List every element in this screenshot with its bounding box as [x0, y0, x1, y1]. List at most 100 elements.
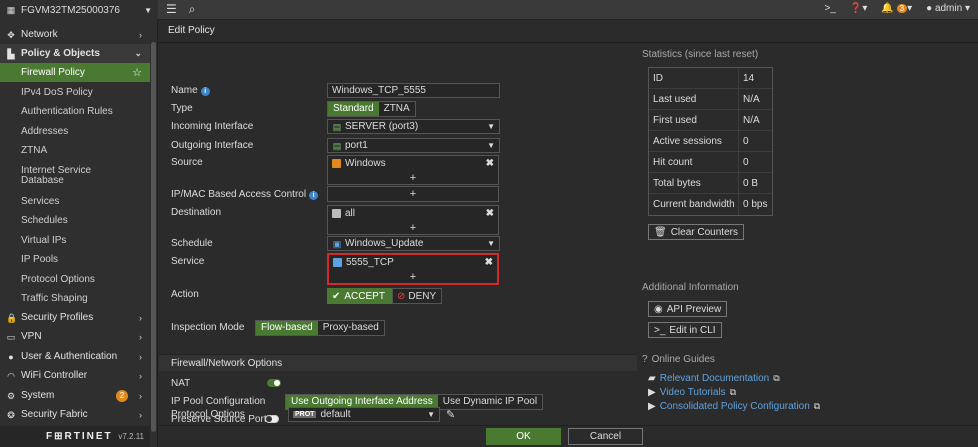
- link-consolidated-policy[interactable]: ▶ Consolidated Policy Configuration ⧉: [648, 401, 820, 412]
- edit-in-cli-button[interactable]: >_ Edit in CLI: [648, 322, 722, 338]
- name-input[interactable]: Windows_TCP_5555: [327, 83, 500, 98]
- sidebar-sub-label: IP Pools: [21, 254, 59, 265]
- top-bar: ▦ FGVM32TM25000376 ▼ ☰ ⌕ >_ ❓▾ 🔔 3 ▾ ● ad…: [0, 0, 978, 20]
- sidebar-sub-ip-pools[interactable]: IP Pools: [0, 250, 150, 269]
- destination-field[interactable]: all ✖ +: [327, 205, 499, 235]
- sidebar: ✥ Network › ▙ Policy & Objects ⌄ Firewal…: [0, 20, 158, 447]
- device-selector[interactable]: ▦ FGVM32TM25000376 ▼: [0, 0, 158, 20]
- stat-value: 14: [743, 73, 755, 84]
- accept-button[interactable]: ✔ ACCEPT: [327, 288, 392, 304]
- stat-row: ID 14: [649, 68, 772, 89]
- deny-button[interactable]: ⊘ DENY: [392, 288, 442, 304]
- schedule-label: Schedule: [171, 238, 213, 249]
- sidebar-sub-traffic-shaping[interactable]: Traffic Shaping: [0, 289, 150, 308]
- cli-console-icon[interactable]: >_: [825, 3, 836, 14]
- name-label-text: Name: [171, 85, 198, 96]
- preserve-source-port-toggle[interactable]: [265, 415, 279, 423]
- menu-icon[interactable]: ☰: [166, 2, 177, 17]
- edit-icon[interactable]: ✎: [446, 408, 455, 421]
- user-menu[interactable]: ● admin ▾: [926, 3, 970, 14]
- search-icon[interactable]: ⌕: [189, 2, 196, 17]
- sidebar-item-wifi-controller[interactable]: ◠ WiFi Controller ›: [0, 366, 150, 385]
- ip-pool-dynamic[interactable]: Use Dynamic IP Pool: [438, 395, 542, 409]
- sidebar-sub-protocol-options[interactable]: Protocol Options: [0, 270, 150, 289]
- add-ipmac-icon[interactable]: +: [328, 187, 498, 201]
- source-entry[interactable]: Windows: [328, 156, 498, 171]
- sidebar-scrollbar[interactable]: [151, 42, 156, 432]
- sidebar-sub-firewall-policy[interactable]: Firewall Policy ☆: [0, 63, 150, 82]
- service-field[interactable]: 5555_TCP ✖ +: [327, 253, 499, 285]
- edit-in-cli-label: Edit in CLI: [669, 324, 716, 336]
- external-link-icon: ⧉: [773, 373, 780, 383]
- remove-icon[interactable]: ✖: [486, 158, 494, 169]
- cli-icon: >_: [654, 324, 666, 336]
- star-icon[interactable]: ☆: [132, 66, 142, 79]
- sidebar-item-security-fabric[interactable]: ❂ Security Fabric ›: [0, 405, 150, 424]
- cancel-button[interactable]: Cancel: [568, 428, 643, 445]
- policy-form: Name i Windows_TCP_5555 Type Standard ZTN…: [159, 43, 637, 428]
- source-field[interactable]: Windows ✖ +: [327, 155, 499, 185]
- sidebar-item-system[interactable]: ⚙ System 2 ›: [0, 386, 150, 405]
- schedule-select[interactable]: ▣ Windows_Update ▼: [327, 236, 500, 251]
- lock-icon: 🔒: [6, 312, 18, 323]
- add-service-icon[interactable]: +: [329, 270, 497, 284]
- info-icon[interactable]: i: [200, 87, 210, 96]
- help-icon[interactable]: ❓▾: [850, 3, 867, 14]
- stat-key: Active sessions: [649, 131, 739, 151]
- ok-button[interactable]: OK: [486, 428, 561, 445]
- service-entry[interactable]: 5555_TCP: [329, 255, 497, 270]
- sidebar-sub-addresses[interactable]: Addresses: [0, 122, 150, 141]
- add-destination-icon[interactable]: +: [328, 221, 498, 235]
- stat-value: N/A: [743, 94, 760, 105]
- sidebar-sub-internet-service-database[interactable]: Internet Service Database: [0, 161, 120, 191]
- sidebar-item-network[interactable]: ✥ Network ›: [0, 25, 150, 44]
- sidebar-sub-ztna[interactable]: ZTNA: [0, 141, 150, 160]
- link-video-tutorials[interactable]: ▶ Video Tutorials ⧉: [648, 387, 736, 398]
- protocol-options-select[interactable]: PROT default ▼: [288, 407, 440, 422]
- sidebar-sub-schedules[interactable]: Schedules: [0, 211, 150, 230]
- inspection-flow-based[interactable]: Flow-based: [256, 321, 318, 335]
- link-relevant-documentation[interactable]: ▰ Relevant Documentation ⧉: [648, 373, 780, 384]
- protocol-options-label: Protocol Options: [171, 409, 245, 420]
- type-standard[interactable]: Standard: [328, 102, 379, 116]
- sidebar-item-user-authentication[interactable]: ● User & Authentication ›: [0, 347, 150, 366]
- device-name: FGVM32TM25000376: [21, 4, 120, 16]
- sidebar-item-vpn[interactable]: ▭ VPN ›: [0, 327, 150, 346]
- remove-icon[interactable]: ✖: [486, 208, 494, 219]
- api-preview-button[interactable]: ◉ API Preview: [648, 301, 728, 317]
- address-icon: [332, 209, 341, 218]
- sidebar-sub-ipv4-dos-policy[interactable]: IPv4 DoS Policy: [0, 83, 150, 102]
- inspection-mode-toggle: Flow-based Proxy-based: [255, 320, 385, 336]
- destination-entry[interactable]: all: [328, 206, 498, 221]
- sidebar-item-label: Security Profiles: [21, 312, 94, 323]
- chevron-down-icon: ▼: [487, 122, 495, 131]
- incoming-interface-select[interactable]: ▤ SERVER (port3) ▼: [327, 119, 500, 134]
- sidebar-item-policy-objects[interactable]: ▙ Policy & Objects ⌄: [0, 44, 150, 63]
- notifications-button[interactable]: 🔔 3 ▾: [881, 3, 912, 14]
- sidebar-sub-authentication-rules[interactable]: Authentication Rules: [0, 102, 150, 121]
- online-guides-label: Online Guides: [651, 354, 715, 365]
- ipmac-field[interactable]: +: [327, 186, 499, 202]
- inspection-proxy-based[interactable]: Proxy-based: [318, 321, 384, 335]
- page-title: Edit Policy: [168, 25, 215, 36]
- remove-icon[interactable]: ✖: [485, 257, 493, 268]
- destination-value: all: [345, 208, 356, 219]
- link-label: Consolidated Policy Configuration: [659, 401, 810, 412]
- outgoing-interface-select[interactable]: ▤ port1 ▼: [327, 138, 500, 153]
- add-source-icon[interactable]: +: [328, 171, 498, 185]
- user-name: admin: [934, 3, 963, 14]
- sidebar-item-label: Network: [21, 29, 58, 40]
- info-icon[interactable]: i: [309, 191, 319, 200]
- clear-counters-button[interactable]: 🗑 Clear Counters: [648, 224, 744, 240]
- source-value: Windows: [345, 158, 386, 169]
- external-link-icon: ⧉: [813, 401, 821, 411]
- sidebar-sub-virtual-ips[interactable]: Virtual IPs: [0, 231, 150, 250]
- nat-toggle[interactable]: [267, 379, 281, 387]
- chevron-right-icon: ›: [139, 370, 142, 381]
- sidebar-sub-services[interactable]: Services: [0, 192, 150, 211]
- sidebar-item-label: Policy & Objects: [21, 48, 100, 59]
- stat-row: Hit count 0: [649, 152, 772, 173]
- sidebar-item-security-profiles[interactable]: 🔒 Security Profiles ›: [0, 308, 150, 327]
- type-ztna[interactable]: ZTNA: [379, 102, 415, 116]
- destination-label: Destination: [171, 207, 222, 218]
